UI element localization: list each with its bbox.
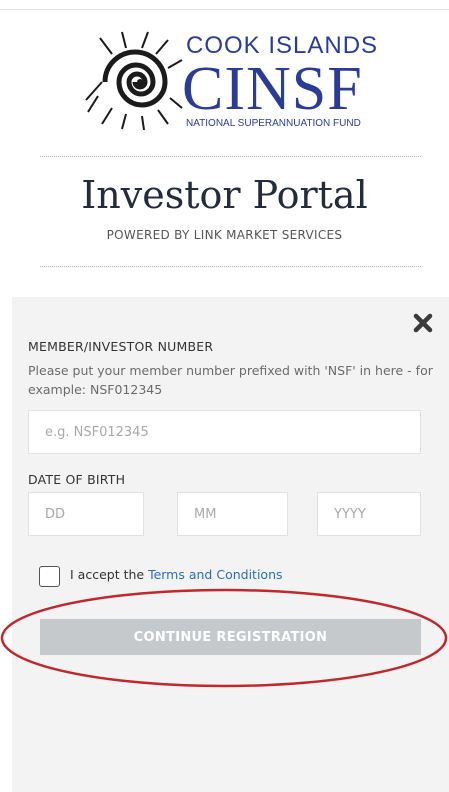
logo-text-cinsf: CINSF (182, 55, 363, 123)
date-of-birth-label: DATE OF BIRTH (28, 472, 126, 487)
nautilus-shell-logo-icon (85, 31, 183, 130)
dob-year-input[interactable] (317, 492, 421, 536)
member-number-label: MEMBER/INVESTOR NUMBER (28, 339, 214, 354)
terms-and-conditions-link[interactable]: Terms and Conditions (148, 567, 282, 582)
header-divider-bottom (40, 266, 421, 267)
dob-month-input[interactable] (177, 492, 288, 536)
logo-text-fund-name: NATIONAL SUPERANNUATION FUND (186, 118, 361, 129)
page-title: Investor Portal (81, 173, 368, 217)
continue-registration-button[interactable]: CONTINUE REGISTRATION (40, 619, 421, 655)
dob-day-input[interactable] (28, 492, 144, 536)
accept-terms-label: I accept the Terms and Conditions (70, 567, 283, 582)
top-divider (0, 9, 449, 10)
cinsf-logo: COOK ISLANDS CINSF NATIONAL SUPERANNUATI… (82, 26, 377, 134)
member-number-input[interactable] (28, 410, 421, 454)
page-subtitle: POWERED BY LINK MARKET SERVICES (106, 228, 343, 242)
registration-form-panel: MEMBER/INVESTOR NUMBER Please put your m… (12, 297, 449, 792)
accept-terms-prefix: I accept the (70, 567, 149, 582)
accept-terms-checkbox[interactable] (39, 566, 60, 587)
member-number-help-text: Please put your member number prefixed w… (28, 363, 433, 397)
close-icon[interactable] (412, 312, 434, 334)
header-divider-top (40, 156, 421, 157)
